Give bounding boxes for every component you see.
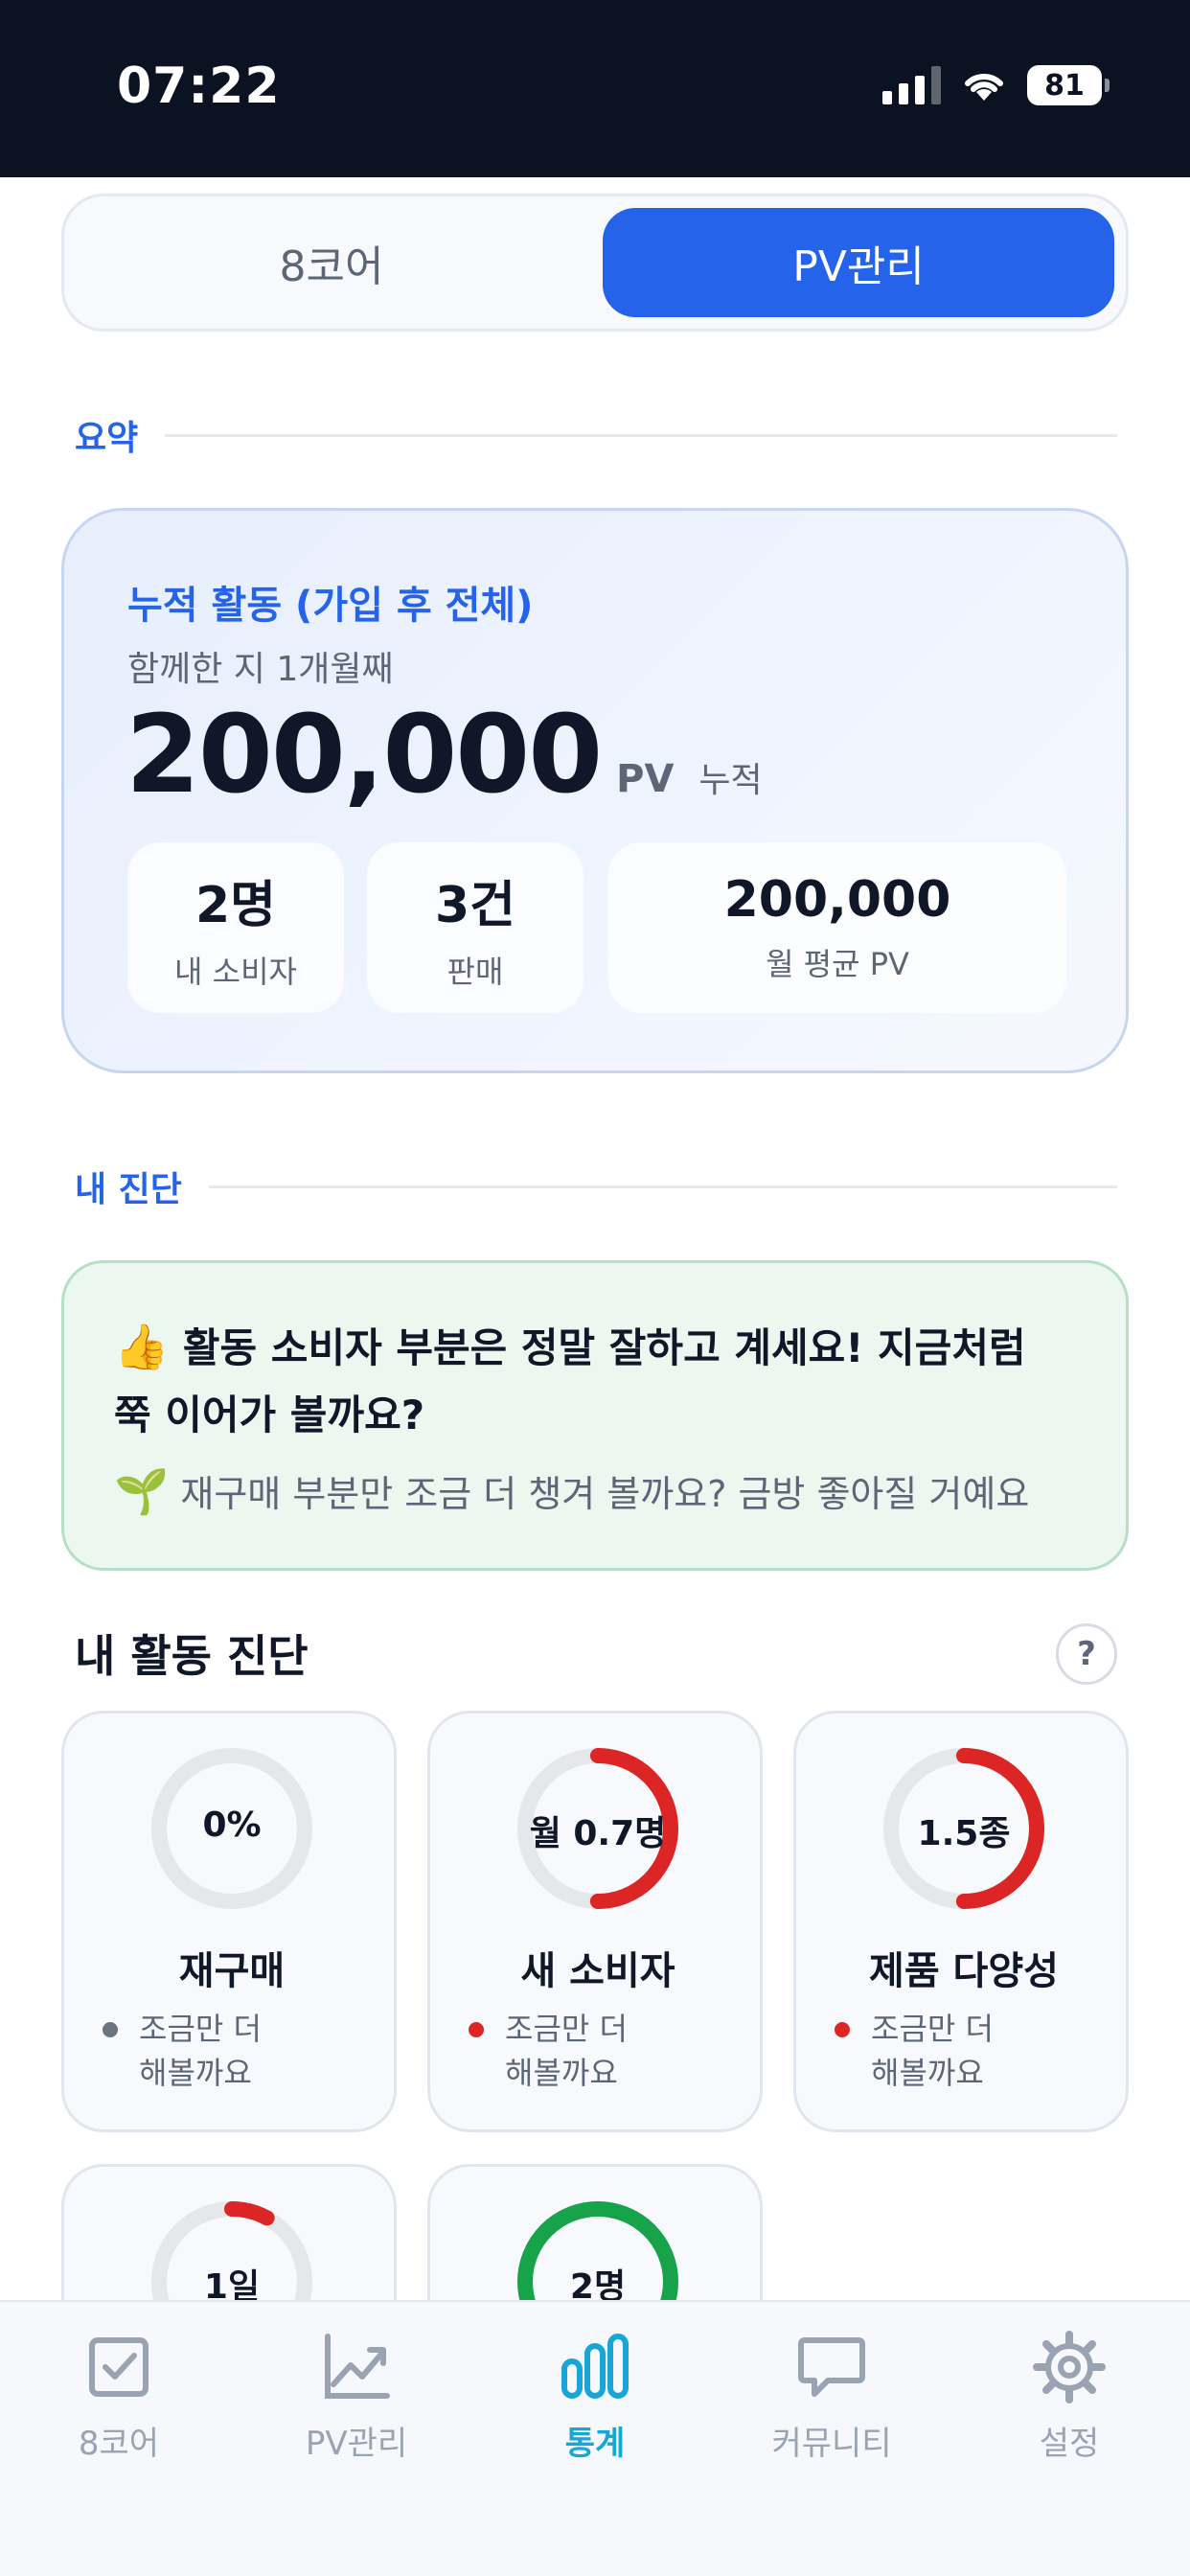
status-time: 07:22 — [117, 58, 281, 115]
diagnosis-praise: 👍 활동 소비자 부분은 정말 잘하고 계세요! 지금처럼 쭉 이어가 볼까요? — [114, 1313, 1076, 1449]
summary-total: 200,000 PV 누적 — [126, 693, 763, 817]
help-button[interactable]: ? — [1056, 1623, 1117, 1685]
stat-value: 3건 — [434, 876, 516, 934]
summary-total-value: 200,000 — [126, 693, 603, 817]
summary-subtitle: 함께한 지 1개월째 — [127, 650, 394, 689]
diagnosis-tip: 🌱 재구매 부분만 조금 더 챙겨 볼까요? 금방 좋아질 거예요 — [114, 1464, 1076, 1518]
tile-value: 1.5종 — [917, 1814, 1011, 1853]
status-dot — [103, 2022, 118, 2037]
status-dot — [469, 2022, 484, 2037]
stat-label: 월 평균 PV — [766, 946, 909, 982]
nav-item-community[interactable]: 커뮤니티 — [736, 2331, 927, 2464]
status-icons: 81 — [882, 65, 1110, 105]
diagnosis-section-header: 내 진단 — [75, 1162, 1117, 1211]
section-divider — [165, 433, 1117, 437]
wifi-icon — [965, 73, 1003, 101]
tile-value: 0% — [202, 1806, 262, 1845]
activity-tile[interactable]: 1.5종제품 다양성조금만 더 해볼까요 — [793, 1711, 1129, 2132]
seedling-icon: 🌱 — [114, 1465, 170, 1517]
summary-card: 누적 활동 (가입 후 전체) 함께한 지 1개월째 200,000 PV 누적… — [61, 508, 1129, 1073]
tile-status-text: 조금만 더 해볼까요 — [871, 2011, 994, 2091]
stat-sales: 3건 판매 — [367, 842, 584, 1013]
stat-label: 내 소비자 — [174, 953, 297, 990]
nav-label: PV관리 — [305, 2425, 408, 2463]
nav-label: 커뮤니티 — [771, 2425, 892, 2463]
tile-status-text: 조금만 더 해볼까요 — [505, 2011, 628, 2091]
tile-title: 새 소비자 — [520, 1949, 675, 1993]
tab-8core[interactable]: 8코어 — [76, 208, 587, 317]
checkbox-icon — [89, 2337, 149, 2397]
summary-section-label: 요약 — [75, 419, 139, 458]
bar-stats-icon — [561, 2334, 629, 2399]
summary-title: 누적 활동 (가입 후 전체) — [127, 584, 534, 628]
chat-bubble-icon — [798, 2337, 865, 2397]
gear-icon — [1033, 2331, 1106, 2404]
stat-value: 200,000 — [723, 871, 951, 929]
activity-tile[interactable]: 0% 재구매조금만 더 해볼까요 — [61, 1711, 397, 2132]
tile-status-text: 조금만 더 해볼까요 — [139, 2011, 262, 2091]
bottom-navigation: 8코어 PV관리 통계 커뮤니티 설정 — [0, 2300, 1190, 2576]
section-divider — [208, 1184, 1117, 1188]
cellular-signal-icon — [882, 66, 941, 104]
summary-section-header: 요약 — [75, 410, 1117, 460]
summary-total-unit: PV — [616, 757, 675, 801]
stat-consumers: 2명 내 소비자 — [127, 842, 344, 1013]
stat-label: 판매 — [446, 953, 504, 990]
tile-status: 조금만 더 해볼까요 — [469, 2007, 628, 2095]
diagnosis-section-label: 내 진단 — [75, 1170, 182, 1209]
tile-status: 조금만 더 해볼까요 — [835, 2007, 994, 2095]
battery-indicator: 81 — [1027, 65, 1110, 105]
activity-tile[interactable]: 월 0.7명새 소비자조금만 더 해볼까요 — [427, 1711, 763, 2132]
tab-pv-management[interactable]: PV관리 — [603, 208, 1114, 317]
nav-item-8core[interactable]: 8코어 — [23, 2331, 215, 2464]
stat-value: 2명 — [195, 876, 277, 934]
tile-value: 월 0.7명 — [529, 1814, 667, 1853]
tile-title: 재구매 — [178, 1949, 286, 1993]
activity-diagnosis-title: 내 활동 진단 — [75, 1630, 309, 1682]
nav-item-pv-management[interactable]: PV관리 — [261, 2331, 452, 2464]
nav-item-stats[interactable]: 통계 — [499, 2331, 691, 2464]
tile-title: 제품 다양성 — [869, 1949, 1059, 1993]
diagnosis-card: 👍 활동 소비자 부분은 정말 잘하고 계세요! 지금처럼 쭉 이어가 볼까요?… — [61, 1260, 1129, 1571]
trend-chart-icon — [325, 2334, 390, 2399]
nav-label: 8코어 — [78, 2425, 160, 2463]
segmented-tabs: 8코어 PV관리 — [61, 194, 1129, 332]
nav-label: 설정 — [1039, 2425, 1100, 2463]
stat-monthly-pv: 200,000 월 평균 PV — [608, 842, 1066, 1013]
status-bar: 07:22 81 — [0, 0, 1190, 177]
nav-item-settings[interactable]: 설정 — [973, 2331, 1165, 2464]
diagnosis-tip-text: 재구매 부분만 조금 더 챙겨 볼까요? 금방 좋아질 거예요 — [180, 1473, 1030, 1515]
thumbs-up-icon: 👍 — [114, 1321, 170, 1372]
summary-total-tag: 누적 — [698, 761, 763, 800]
nav-label: 통계 — [564, 2425, 626, 2463]
diagnosis-praise-text: 활동 소비자 부분은 정말 잘하고 계세요! 지금처럼 쭉 이어가 볼까요? — [114, 1324, 1026, 1438]
status-dot — [835, 2022, 850, 2037]
tile-status: 조금만 더 해볼까요 — [103, 2007, 262, 2095]
